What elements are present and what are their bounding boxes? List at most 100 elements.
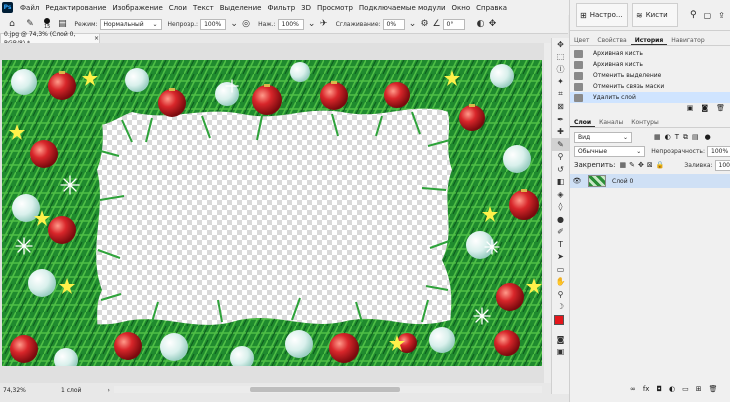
- trash-icon[interactable]: 🗑: [709, 385, 718, 393]
- menu-item[interactable]: Изображение: [109, 4, 165, 12]
- menu-item[interactable]: Просмотр: [314, 4, 356, 12]
- trash-icon[interactable]: 🗑: [716, 104, 725, 112]
- lock-position-icon[interactable]: ✥: [638, 161, 644, 169]
- history-tab[interactable]: История: [630, 37, 668, 45]
- camera-icon[interactable]: ◙: [701, 104, 708, 112]
- angle-input[interactable]: 0°: [442, 18, 465, 30]
- layer-opacity-input[interactable]: 100%: [707, 145, 730, 157]
- magic-wand-icon[interactable]: ✦: [552, 76, 569, 89]
- history-item[interactable]: Архивная кисть: [570, 59, 730, 70]
- symmetry-icon[interactable]: ✥: [487, 18, 499, 30]
- adjustments-panel-button[interactable]: ⊞ Настро...: [576, 3, 628, 27]
- screen-mode-icon[interactable]: ▣: [552, 346, 569, 359]
- document-canvas[interactable]: [2, 60, 542, 366]
- history-item[interactable]: Отменить связь маски: [570, 81, 730, 92]
- eraser-icon[interactable]: ◧: [552, 176, 569, 189]
- close-icon[interactable]: ×: [94, 34, 99, 43]
- lock-transparency-icon[interactable]: ▦: [619, 161, 626, 169]
- banana-icon[interactable]: ☽: [552, 301, 569, 314]
- fill-input[interactable]: 100%: [714, 159, 730, 171]
- smoothing-input[interactable]: 0%: [382, 18, 405, 30]
- pressure-size-icon[interactable]: ◐: [475, 18, 487, 30]
- adjustment-layer-icon[interactable]: ◐: [669, 385, 675, 393]
- crop-tool-icon[interactable]: ⌗: [552, 88, 569, 101]
- filter-adjustment-icon[interactable]: ◐: [665, 133, 671, 141]
- brush-settings-icon[interactable]: ▤: [56, 18, 68, 30]
- layers-tab[interactable]: Контуры: [627, 119, 662, 127]
- filter-smart-icon[interactable]: ▤: [692, 133, 699, 141]
- workspace-icon[interactable]: ▢: [704, 11, 712, 20]
- blend-mode-select[interactable]: Обычные ⌄: [574, 145, 646, 157]
- marquee-tool-icon[interactable]: ⬚: [552, 51, 569, 64]
- link-icon[interactable]: ∞: [630, 385, 636, 393]
- filter-shape-icon[interactable]: ⧉: [683, 133, 688, 142]
- gear-icon[interactable]: ⚙: [419, 18, 431, 30]
- brush-tool-icon[interactable]: ✎: [552, 138, 569, 151]
- fx-icon[interactable]: fx: [643, 385, 650, 393]
- chevron-right-icon[interactable]: ›: [107, 387, 109, 394]
- menu-item[interactable]: Текст: [190, 4, 217, 12]
- menu-item[interactable]: Подключаемые модули: [356, 4, 449, 12]
- filter-toggle-icon[interactable]: ●: [705, 133, 711, 141]
- zoom-value[interactable]: 74,32%: [3, 387, 43, 394]
- new-layer-icon[interactable]: ⊞: [696, 385, 702, 393]
- canvas-area[interactable]: [0, 43, 544, 383]
- airbrush-icon[interactable]: ✈: [318, 18, 330, 30]
- history-tab[interactable]: Навигатор: [667, 37, 708, 45]
- history-tab[interactable]: Свойства: [593, 37, 630, 45]
- history-item[interactable]: Удалить слой: [570, 92, 730, 103]
- history-brush-icon[interactable]: ↺: [552, 163, 569, 176]
- mode-select[interactable]: Нормальный ⌄: [99, 18, 162, 30]
- menu-item[interactable]: Окно: [449, 4, 474, 12]
- foreground-color[interactable]: [554, 315, 564, 325]
- share-icon[interactable]: ⇪: [718, 11, 725, 20]
- pressure-opacity-icon[interactable]: ◎: [240, 18, 252, 30]
- healing-brush-icon[interactable]: ✚: [552, 126, 569, 139]
- path-selection-icon[interactable]: ➤: [552, 251, 569, 264]
- paint-bucket-icon[interactable]: ◈: [552, 188, 569, 201]
- zoom-tool-icon[interactable]: ⚲: [552, 288, 569, 301]
- layer-row[interactable]: 👁 Слой 0: [570, 174, 730, 188]
- group-icon[interactable]: ▭: [682, 385, 689, 393]
- filter-type-icon[interactable]: T: [675, 133, 679, 141]
- layers-tab[interactable]: Каналы: [595, 119, 627, 127]
- lock-artboard-icon[interactable]: ⊠: [647, 161, 653, 169]
- layer-kind-select[interactable]: Вид ⌄: [574, 131, 632, 143]
- chevron-down-icon[interactable]: ⌄: [228, 18, 240, 30]
- opacity-input[interactable]: 100%: [200, 18, 227, 30]
- brush-tool-icon[interactable]: ✎: [24, 18, 36, 30]
- eyedropper-icon[interactable]: ✒: [552, 113, 569, 126]
- lock-pixels-icon[interactable]: ✎: [629, 161, 635, 169]
- frame-tool-icon[interactable]: ⊠: [552, 101, 569, 114]
- menu-item[interactable]: Фильтр: [264, 4, 298, 12]
- filter-pixel-icon[interactable]: ▦: [654, 133, 661, 141]
- dodge-tool-icon[interactable]: ●: [552, 213, 569, 226]
- vertical-scrollbar[interactable]: [544, 43, 551, 383]
- menu-item[interactable]: Справка: [473, 4, 510, 12]
- chevron-down-icon[interactable]: ⌄: [407, 18, 419, 30]
- flow-input[interactable]: 100%: [277, 18, 304, 30]
- type-tool-icon[interactable]: T: [552, 238, 569, 251]
- blur-tool-icon[interactable]: ◊: [552, 201, 569, 214]
- hand-tool-icon[interactable]: ✋: [552, 276, 569, 289]
- menu-item[interactable]: Редактирование: [42, 4, 109, 12]
- pen-tool-icon[interactable]: ✐: [552, 226, 569, 239]
- menu-item[interactable]: Выделение: [217, 4, 265, 12]
- stamp-tool-icon[interactable]: ⚲: [552, 151, 569, 164]
- menu-item[interactable]: Файл: [17, 4, 42, 12]
- chevron-down-icon[interactable]: ⌄: [306, 18, 318, 30]
- rectangle-tool-icon[interactable]: ▭: [552, 263, 569, 276]
- history-item[interactable]: Архивная кисть: [570, 48, 730, 59]
- move-tool-icon[interactable]: ✥: [552, 38, 569, 51]
- color-swatches[interactable]: [552, 313, 569, 333]
- history-tab[interactable]: Цвет: [570, 37, 593, 45]
- document-tab[interactable]: 0.jpg @ 74,3% (Слой 0, RGB/8) * ×: [0, 31, 100, 47]
- snapshot-icon[interactable]: ▣: [687, 104, 694, 112]
- home-icon[interactable]: ⌂: [6, 18, 18, 30]
- lock-all-icon[interactable]: 🔒: [656, 161, 665, 169]
- mask-icon[interactable]: ◘: [656, 385, 662, 393]
- horizontal-scroll-thumb[interactable]: [250, 387, 400, 392]
- search-icon[interactable]: ⚲: [690, 10, 697, 20]
- brush-preset-picker[interactable]: 15: [44, 18, 50, 30]
- menu-item[interactable]: Слои: [166, 4, 190, 12]
